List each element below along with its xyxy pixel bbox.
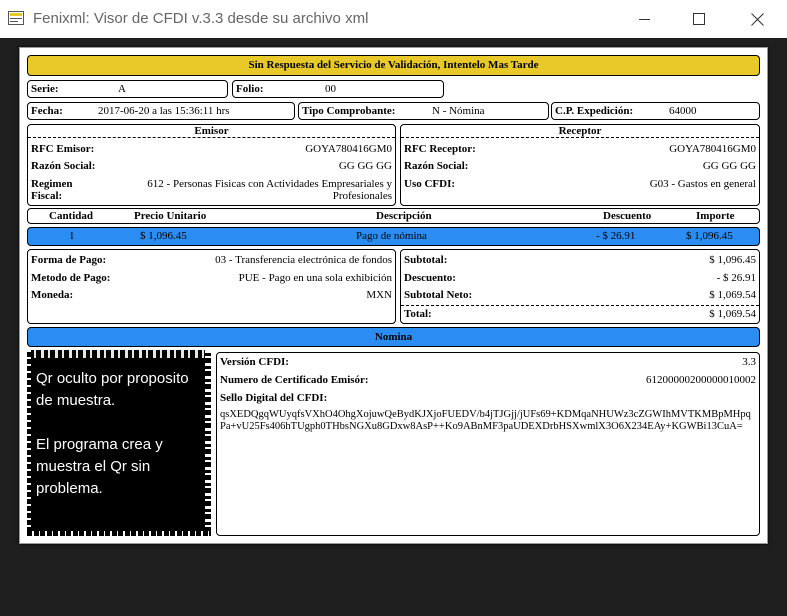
minimize-button[interactable] — [618, 0, 672, 38]
window-title: Fenixml: Visor de CFDI v.3.3 desde su ar… — [33, 10, 369, 27]
emisor-heading: Emisor — [28, 125, 395, 138]
cp-expedicion-box: C.P. Expedición: 64000 — [551, 102, 760, 120]
rfc-receptor-label: RFC Receptor: — [404, 143, 476, 155]
metodo-pago-value: PUE - Pago en una sola exhibición — [238, 272, 392, 284]
fecha-label: Fecha: — [31, 105, 63, 117]
validation-banner-text: Sin Respuesta del Servicio de Validación… — [248, 59, 539, 71]
metodo-pago-label: Metodo de Pago: — [31, 272, 111, 284]
qr-placeholder-text: Qr oculto por proposito de muestra. El p… — [36, 370, 189, 497]
header-importe: Importe — [696, 210, 735, 222]
pago-box: Forma de Pago: 03 - Transferencia electr… — [27, 249, 396, 324]
nomina-banner-text: Nomina — [374, 331, 413, 343]
table-row: 1 $ 1,096.45 Pago de nómina - $ 26.91 $ … — [27, 227, 760, 246]
header-descuento: Descuento — [603, 210, 652, 222]
folio-label: Folio: — [236, 83, 264, 95]
sello-label: Sello Digital del CFDI: — [220, 392, 328, 404]
razon-receptor-label: Razón Social: — [404, 160, 469, 172]
folio-value: 00 — [325, 83, 336, 95]
row-descripcion: Pago de nómina — [356, 230, 427, 242]
tipo-comprobante-box: Tipo Comprobante: N - Nómina — [298, 102, 549, 120]
uso-cfdi-value: G03 - Gastos en general — [649, 178, 756, 190]
cp-expedicion-value: 64000 — [669, 105, 697, 117]
tipo-comprobante-label: Tipo Comprobante: — [302, 105, 396, 117]
subtotal-value: $ 1,096.45 — [709, 254, 756, 266]
close-icon — [750, 12, 764, 26]
moneda-value: MXN — [366, 289, 392, 301]
razon-emisor-label: Razón Social: — [31, 160, 96, 172]
total-value: $ 1,069.54 — [709, 308, 756, 320]
receptor-box: Receptor RFC Receptor: GOYA780416GM0 Raz… — [400, 124, 760, 206]
qr-code: Qr oculto por proposito de muestra. El p… — [27, 350, 211, 536]
forma-pago-value: 03 - Transferencia electrónica de fondos — [215, 254, 392, 266]
regimen-fiscal-label: Regimen Fiscal: — [31, 178, 73, 202]
qr-pattern — [27, 350, 211, 358]
nomina-banner: Nomina — [27, 327, 760, 347]
fecha-value: 2017-06-20 a las 15:36:11 hrs — [98, 105, 230, 117]
window-titlebar: Fenixml: Visor de CFDI v.3.3 desde su ar… — [0, 0, 787, 38]
tipo-comprobante-value: N - Nómina — [432, 105, 485, 117]
regimen-fiscal-value: 612 - Personas Fisicas con Actividades E… — [147, 178, 392, 202]
certificado-value: 61200000200000010002 — [646, 374, 756, 386]
rfc-emisor-label: RFC Emisor: — [31, 143, 95, 155]
serie-box: Serie: A — [27, 80, 228, 98]
folio-box: Folio: 00 — [232, 80, 444, 98]
serie-value: A — [118, 83, 126, 95]
uso-cfdi-label: Uso CFDI: — [404, 178, 456, 190]
razon-emisor-value: GG GG GG — [338, 160, 392, 172]
receptor-heading: Receptor — [401, 125, 759, 138]
certificado-label: Numero de Certificado Emisór: — [220, 374, 369, 386]
version-cfdi-label: Versión CFDI: — [220, 356, 289, 368]
conceptos-header: Cantidad Precio Unitario Descripción Des… — [27, 208, 760, 224]
row-precio: $ 1,096.45 — [140, 230, 187, 242]
emisor-box: Emisor RFC Emisor: GOYA780416GM0 Razón S… — [27, 124, 396, 206]
subtotal-neto-value: $ 1,069.54 — [709, 289, 756, 301]
maximize-icon — [693, 13, 705, 25]
sello-value: qsXEDQgqWUyqfsVXhO4OhgXojuwQeBydKJXjoFUE… — [220, 409, 751, 432]
total-divider — [401, 305, 759, 306]
qr-pattern — [27, 531, 211, 536]
maximize-button[interactable] — [672, 0, 726, 38]
serie-label: Serie: — [31, 83, 59, 95]
validation-banner: Sin Respuesta del Servicio de Validación… — [27, 55, 760, 76]
timbre-box: Versión CFDI: 3.3 Numero de Certificado … — [216, 352, 760, 536]
cp-expedicion-label: C.P. Expedición: — [555, 105, 634, 117]
fecha-box: Fecha: 2017-06-20 a las 15:36:11 hrs — [27, 102, 295, 120]
total-label: Total: — [404, 308, 432, 320]
rfc-receptor-value: GOYA780416GM0 — [669, 143, 756, 155]
qr-pattern — [27, 350, 31, 536]
version-cfdi-value: 3.3 — [742, 356, 756, 368]
rfc-emisor-value: GOYA780416GM0 — [305, 143, 392, 155]
razon-receptor-value: GG GG GG — [702, 160, 756, 172]
subtotal-neto-label: Subtotal Neto: — [404, 289, 473, 301]
header-cantidad: Cantidad — [49, 210, 94, 222]
app-icon — [8, 11, 24, 25]
descuento-label: Descuento: — [404, 272, 456, 284]
forma-pago-label: Forma de Pago: — [31, 254, 107, 266]
subtotal-label: Subtotal: — [404, 254, 448, 266]
header-precio-unitario: Precio Unitario — [134, 210, 207, 222]
row-descuento: - $ 26.91 — [596, 230, 636, 242]
header-descripcion: Descripción — [376, 210, 432, 222]
minimize-icon — [639, 19, 650, 20]
descuento-value: - $ 26.91 — [716, 272, 756, 284]
totales-box: Subtotal: $ 1,096.45 Descuento: - $ 26.9… — [400, 249, 760, 324]
row-cantidad: 1 — [69, 230, 75, 242]
row-importe: $ 1,096.45 — [686, 230, 733, 242]
moneda-label: Moneda: — [31, 289, 74, 301]
close-button[interactable] — [730, 0, 784, 38]
cfdi-document: Sin Respuesta del Servicio de Validación… — [19, 47, 768, 544]
